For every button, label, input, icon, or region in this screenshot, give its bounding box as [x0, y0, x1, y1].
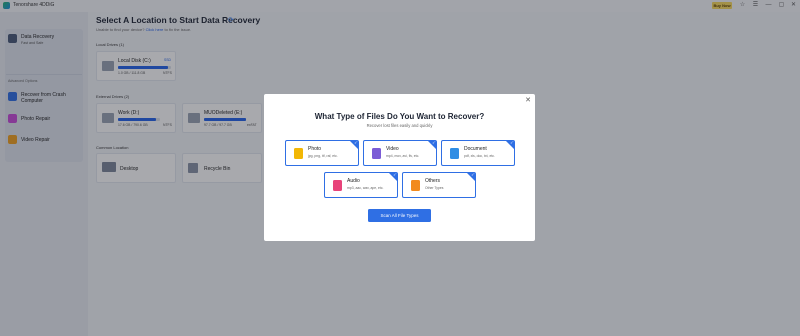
file-type-extensions: mp3, aac, wav, ape, etc. — [347, 186, 384, 190]
file-type-name: Video — [386, 146, 399, 152]
file-type-video[interactable]: Video mp4, mov, avi, flv, etc. ✓ — [363, 140, 437, 166]
video-icon — [372, 148, 381, 159]
dialog-title: What Type of Files Do You Want to Recove… — [314, 112, 485, 121]
file-type-extensions: jpg, png, tif, raf, etc. — [308, 154, 338, 158]
file-type-name: Photo — [308, 146, 322, 152]
photo-icon — [294, 148, 303, 159]
checkmark-icon: ✓ — [510, 140, 514, 145]
dialog-subtitle: Recover lost files easily and quickly — [366, 123, 433, 128]
checkmark-icon: ✓ — [471, 172, 475, 177]
file-type-extensions: Other Types — [425, 186, 444, 190]
file-type-name: Others — [425, 178, 441, 184]
file-type-photo[interactable]: Photo jpg, png, tif, raf, etc. ✓ — [285, 140, 359, 166]
others-icon — [411, 180, 420, 191]
checkmark-icon: ✓ — [432, 140, 436, 145]
file-type-others[interactable]: Others Other Types ✓ — [402, 172, 476, 198]
checkmark-icon: ✓ — [393, 172, 397, 177]
file-type-extensions: pdf, xls, doc, txt, etc. — [464, 154, 495, 158]
audio-icon — [333, 180, 342, 191]
scan-all-button[interactable]: Scan All File Types — [368, 209, 431, 222]
close-icon[interactable]: ✕ — [525, 96, 531, 104]
file-type-name: Document — [464, 146, 487, 152]
document-icon — [450, 148, 459, 159]
file-type-name: Audio — [347, 178, 360, 184]
checkmark-icon: ✓ — [354, 140, 358, 145]
file-type-extensions: mp4, mov, avi, flv, etc. — [386, 154, 420, 158]
file-type-document[interactable]: Document pdf, xls, doc, txt, etc. ✓ — [441, 140, 515, 166]
file-type-audio[interactable]: Audio mp3, aac, wav, ape, etc. ✓ — [324, 172, 398, 198]
file-type-dialog: ✕ What Type of Files Do You Want to Reco… — [264, 94, 535, 241]
